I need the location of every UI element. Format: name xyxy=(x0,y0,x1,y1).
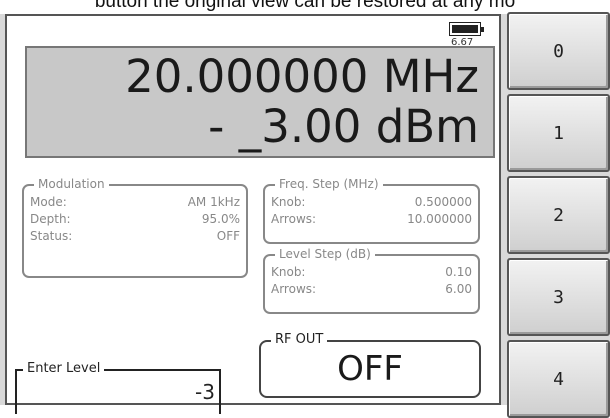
modulation-panel: Modulation Mode: AM 1kHz Depth: 95.0% St… xyxy=(22,177,248,278)
level-step-panel: Level Step (dB) Knob: 0.10 Arrows: 6.00 xyxy=(263,247,480,314)
row-label: Depth: xyxy=(30,212,71,226)
rf-out-title: RF OUT xyxy=(271,333,328,347)
row-value: AM 1kHz xyxy=(187,195,240,209)
key-1-button[interactable]: 1 xyxy=(507,94,610,172)
key-0-button[interactable]: 0 xyxy=(507,12,610,90)
modulation-row-depth: Depth: 95.0% xyxy=(30,211,240,227)
row-value: OFF xyxy=(216,229,240,243)
battery-terminal xyxy=(481,27,484,32)
frequency-readout[interactable]: 20.000000 MHz xyxy=(125,54,479,100)
level-step-title: Level Step (dB) xyxy=(275,247,375,261)
row-value: 6.00 xyxy=(445,282,472,296)
row-label: Mode: xyxy=(30,195,67,209)
enter-level-title: Enter Level xyxy=(23,362,105,376)
row-value: 10.000000 xyxy=(407,212,472,226)
row-label: Arrows: xyxy=(271,212,317,226)
modulation-row-status: Status: OFF xyxy=(30,228,240,244)
modulation-title: Modulation xyxy=(34,177,109,191)
row-value: 0.10 xyxy=(445,265,472,279)
row-value: 0.500000 xyxy=(414,195,472,209)
display-screen: 6.67 20.000000 MHz - _3.00 dBm Modulatio… xyxy=(5,14,501,414)
level-step-row-arrows: Arrows: 6.00 xyxy=(271,281,472,297)
freq-step-title: Freq. Step (MHz) xyxy=(275,177,383,191)
freq-step-row-knob: Knob: 0.500000 xyxy=(271,194,472,210)
level-step-row-knob: Knob: 0.10 xyxy=(271,264,472,280)
enter-level-value: -3 xyxy=(195,380,215,404)
rf-out-state: OFF xyxy=(337,349,403,389)
enter-level-field[interactable]: Enter Level -3 xyxy=(15,362,221,414)
battery-fill xyxy=(452,25,478,33)
level-readout[interactable]: - _3.00 dBm xyxy=(208,104,479,150)
rf-out-panel[interactable]: RF OUT OFF xyxy=(259,333,481,398)
modulation-row-mode: Mode: AM 1kHz xyxy=(30,194,240,210)
row-label: Knob: xyxy=(271,265,306,279)
softkey-column: 0 1 2 3 4 xyxy=(505,12,610,418)
row-value: 95.0% xyxy=(201,212,240,226)
row-label: Knob: xyxy=(271,195,306,209)
row-label: Arrows: xyxy=(271,282,317,296)
freq-step-row-arrows: Arrows: 10.000000 xyxy=(271,211,472,227)
key-4-button[interactable]: 4 xyxy=(507,340,610,418)
main-readout: 20.000000 MHz - _3.00 dBm xyxy=(25,46,495,158)
instrument-window: 6.67 20.000000 MHz - _3.00 dBm Modulatio… xyxy=(0,12,610,418)
key-2-button[interactable]: 2 xyxy=(507,176,610,254)
battery-cell xyxy=(449,22,481,36)
freq-step-panel: Freq. Step (MHz) Knob: 0.500000 Arrows: … xyxy=(263,177,480,244)
key-3-button[interactable]: 3 xyxy=(507,258,610,336)
battery-icon: 6.67 xyxy=(447,20,489,48)
row-label: Status: xyxy=(30,229,73,243)
